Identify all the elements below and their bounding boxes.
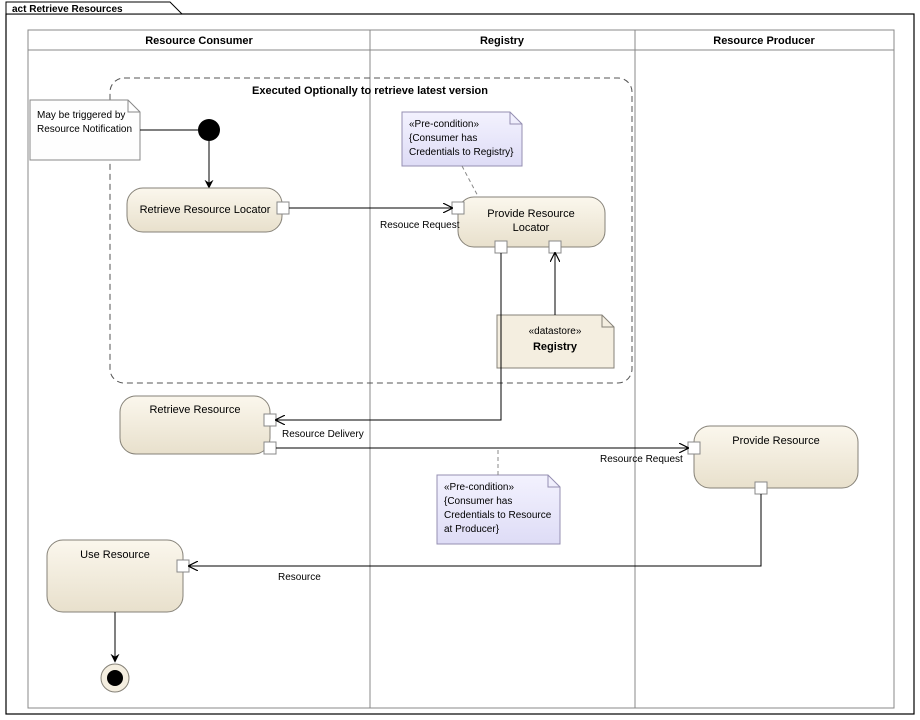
svg-text:at Producer}: at Producer} xyxy=(444,524,500,535)
pin-icon xyxy=(277,202,289,214)
svg-text:Retrieve Resource Locator: Retrieve Resource Locator xyxy=(140,204,271,216)
pin-icon xyxy=(177,560,189,572)
pin-icon xyxy=(264,414,276,426)
activity-retrieve-resource: Retrieve Resource xyxy=(120,396,276,454)
note-pre-producer: «Pre-condition» {Consumer has Credential… xyxy=(437,475,560,544)
svg-text:May be triggered by: May be triggered by xyxy=(37,110,125,121)
pin-icon xyxy=(495,241,507,253)
note-pre-registry-anchor xyxy=(462,166,480,200)
flow-label-delivery: Resource Delivery xyxy=(282,429,364,440)
note-trigger: May be triggered by Resource Notificatio… xyxy=(30,100,140,160)
pin-icon xyxy=(755,482,767,494)
svg-text:Retrieve Resource: Retrieve Resource xyxy=(149,404,240,416)
final-node xyxy=(101,664,129,692)
svg-text:Use Resource: Use Resource xyxy=(80,549,150,561)
svg-text:Resource Notification: Resource Notification xyxy=(37,124,132,135)
pin-icon xyxy=(452,202,464,214)
flow-label-resource: Resource xyxy=(278,572,321,583)
svg-text:Credentials to Resource: Credentials to Resource xyxy=(444,510,552,521)
diagram-title-tab: act Retrieve Resources xyxy=(6,2,182,15)
activity-retrieve-locator: Retrieve Resource Locator xyxy=(127,188,289,232)
region-label: Executed Optionally to retrieve latest v… xyxy=(252,85,488,97)
svg-text:Locator: Locator xyxy=(513,222,550,234)
diagram-title: act Retrieve Resources xyxy=(12,4,123,15)
svg-text:Credentials to Registry}: Credentials to Registry} xyxy=(409,147,514,158)
lane-header-registry: Registry xyxy=(480,35,525,47)
svg-text:Registry: Registry xyxy=(533,341,578,353)
flow-delivery xyxy=(276,253,501,420)
activity-use-resource: Use Resource xyxy=(47,540,189,612)
svg-text:Provide Resource: Provide Resource xyxy=(487,208,574,220)
initial-node xyxy=(198,119,220,141)
flow-label-request1: Resouce Request xyxy=(380,220,460,231)
svg-text:{Consumer has: {Consumer has xyxy=(409,133,477,144)
svg-text:«Pre-condition»: «Pre-condition» xyxy=(409,119,479,130)
svg-text:«Pre-condition»: «Pre-condition» xyxy=(444,482,514,493)
lane-header-consumer: Resource Consumer xyxy=(145,35,253,47)
pin-icon xyxy=(264,442,276,454)
note-pre-registry: «Pre-condition» {Consumer has Credential… xyxy=(402,112,522,166)
flow-label-request2: Resource Request xyxy=(600,454,683,465)
svg-text:{Consumer has: {Consumer has xyxy=(444,496,512,507)
svg-text:Provide Resource: Provide Resource xyxy=(732,435,819,447)
pin-icon xyxy=(549,241,561,253)
pin-icon xyxy=(688,442,700,454)
activity-provide-resource: Provide Resource xyxy=(688,426,858,494)
lane-header-producer: Resource Producer xyxy=(713,35,815,47)
activity-provide-locator: Provide Resource Locator xyxy=(452,197,605,253)
svg-text:«datastore»: «datastore» xyxy=(529,326,582,337)
datastore-registry: «datastore» Registry xyxy=(497,315,614,368)
activity-diagram: act Retrieve Resources Resource Consumer… xyxy=(0,0,920,720)
